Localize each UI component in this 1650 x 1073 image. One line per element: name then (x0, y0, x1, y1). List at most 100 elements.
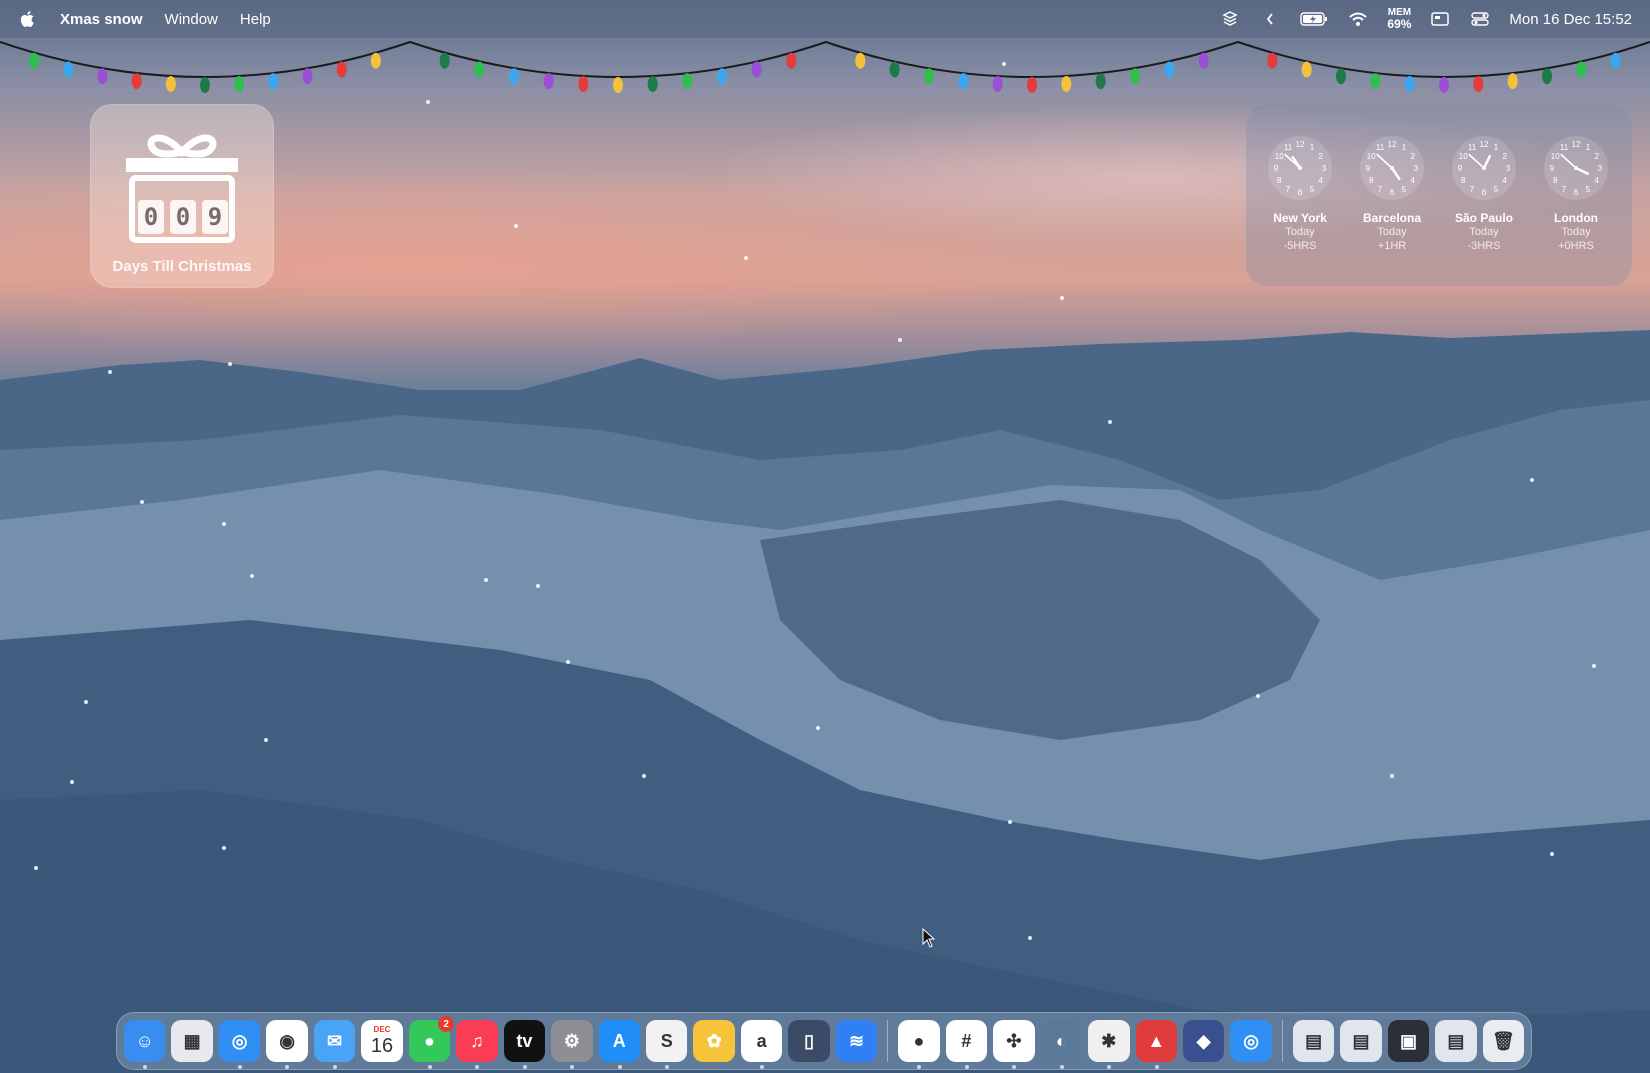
display-icon[interactable] (1429, 9, 1451, 29)
light-bulb (302, 68, 313, 85)
menu-app-name[interactable]: Xmas snow (60, 11, 143, 28)
dock-app-layers[interactable]: ≋ (835, 1020, 878, 1062)
dock-app-amazon[interactable]: a (740, 1020, 783, 1069)
running-indicator (143, 1065, 147, 1069)
dock-app-preview[interactable]: ◐ (1040, 1020, 1083, 1069)
running-indicator (964, 1065, 969, 1069)
svg-text:5: 5 (1402, 185, 1407, 194)
light-bulb (1542, 68, 1552, 85)
dock-app-messages[interactable]: ● 2 (408, 1016, 455, 1069)
dock-app-icon: ▦ (183, 1030, 201, 1051)
dock-app-scrivener[interactable]: S (645, 1020, 688, 1069)
light-bulb (474, 61, 485, 78)
dock-app-screenshots[interactable]: ▣ (1387, 1020, 1430, 1062)
running-indicator (617, 1065, 622, 1069)
dock-app-tv[interactable]: tv (503, 1020, 546, 1069)
dock-app-chatgpt[interactable]: ✣ (993, 1020, 1035, 1069)
light-bulb (613, 77, 623, 93)
world-clock-list: 1 2 3 4 5 6 7 8 9 10 11 12 New York Today -5HRS 1 2 3 4 5 6 7… (1266, 134, 1610, 253)
running-indicator (759, 1065, 764, 1069)
dock-app-system-settings[interactable]: ⚙ (551, 1020, 593, 1069)
dock-app-safari[interactable]: ◎ (218, 1020, 261, 1069)
dock-app-applications[interactable]: ▤ (1435, 1020, 1477, 1062)
svg-text:1: 1 (1402, 143, 1407, 152)
wifi-icon[interactable] (1347, 9, 1369, 29)
calendar-day: 16 (370, 1035, 394, 1057)
dock-app-icon: ▣ (1399, 1030, 1417, 1051)
dock-app-documents[interactable]: ▤ (1340, 1020, 1382, 1062)
running-indicator (664, 1065, 669, 1069)
light-bulb (1301, 61, 1312, 78)
dock-app-finder[interactable]: ☺ (124, 1020, 166, 1069)
chevron-left-icon[interactable] (1259, 9, 1281, 29)
running-indicator (1107, 1065, 1112, 1069)
dock-app-chrome[interactable]: ◉ (266, 1020, 308, 1069)
snowflake (484, 578, 488, 582)
world-clock-widget[interactable]: 1 2 3 4 5 6 7 8 9 10 11 12 New York Today -5HRS 1 2 3 4 5 6 7… (1246, 104, 1632, 286)
svg-text:5: 5 (1310, 185, 1315, 194)
snowflake (1592, 664, 1596, 668)
dock-app-photos[interactable]: ✿ (693, 1020, 735, 1062)
dock: ☺ ▦ ◎ ◉ ✉ DEC 16 ● 2 ♫ tv ⚙ A S ✿ a ▯ ≋ ● # ✣ ◐ ✱ ▲ ◆ ◎ ▤ ▤ ▣ ▤ 🗑 (116, 1012, 1532, 1070)
light-bulb (1061, 76, 1072, 93)
analog-clock-icon: 1234567891011 12 (1544, 136, 1608, 200)
dock-app-safari-tech[interactable]: ◎ (1230, 1020, 1272, 1062)
status-area: MEM 69% Mon 16 Dec 15:52 (1219, 0, 1632, 38)
svg-text:8: 8 (1277, 176, 1282, 185)
snowflake (1550, 852, 1554, 856)
dock-app-stack[interactable]: ◆ (1182, 1020, 1225, 1062)
mouse-cursor-icon (922, 928, 936, 948)
dock-app-calendar[interactable]: DEC 16 (361, 1020, 403, 1062)
battery-icon[interactable] (1299, 9, 1329, 29)
analog-clock-icon: 1234567891011 12 (1268, 136, 1332, 200)
svg-text:6: 6 (1574, 188, 1579, 197)
analog-clock-icon: 1234567891011 12 (1452, 136, 1516, 200)
snowflake (1108, 420, 1112, 424)
dock-app-icon: ◉ (279, 1030, 295, 1051)
running-indicator (237, 1065, 242, 1069)
dock-app-downloads[interactable]: ▤ (1292, 1020, 1335, 1062)
svg-text:7: 7 (1378, 185, 1383, 194)
dock-app-icon: ☺ (135, 1030, 154, 1051)
snowflake (514, 224, 518, 228)
control-center-icon[interactable] (1469, 9, 1491, 29)
light-bulb (1610, 52, 1621, 69)
dock-app-icon: ● (913, 1030, 925, 1051)
menu-help[interactable]: Help (240, 11, 271, 28)
dock-app-icon: A (612, 1030, 626, 1051)
dock-app-xmas-lights[interactable]: ✱ (1088, 1020, 1130, 1069)
memory-value: 69% (1387, 17, 1412, 31)
svg-text:11: 11 (1468, 143, 1477, 152)
days-till-christmas-widget[interactable]: 0 0 9 Days Till Christmas (90, 104, 274, 288)
svg-text:11: 11 (1376, 143, 1385, 152)
dock-app-icon: ✣ (1006, 1030, 1022, 1051)
world-clock-city: 1 2 3 4 5 6 7 8 9 10 11 12 São Paulo Today -3HRS (1450, 134, 1518, 253)
dock-app-launchpad[interactable]: ▦ (171, 1020, 213, 1062)
dock-app-santa-hat[interactable]: ▲ (1135, 1020, 1177, 1069)
svg-text:5: 5 (1494, 185, 1499, 194)
dock-app-trash[interactable]: 🗑 (1482, 1020, 1525, 1062)
running-indicator (522, 1065, 527, 1069)
layers-menu-icon[interactable] (1219, 9, 1241, 29)
dock-app-icon: ◆ (1196, 1030, 1211, 1051)
menubar-clock[interactable]: Mon 16 Dec 15:52 (1509, 11, 1632, 28)
dock-app-mail[interactable]: ✉ (313, 1020, 356, 1069)
dock-app-asana[interactable]: ● (898, 1020, 940, 1069)
dock-app-slack[interactable]: # (945, 1020, 988, 1069)
svg-text:10: 10 (1275, 152, 1284, 161)
dock-app-app-store[interactable]: A (598, 1020, 640, 1069)
snowflake (70, 780, 74, 784)
dock-app-music[interactable]: ♫ (456, 1020, 498, 1069)
svg-text:7: 7 (1470, 185, 1475, 194)
menu-window[interactable]: Window (165, 11, 218, 28)
light-bulb (647, 76, 658, 93)
light-bulb (1095, 73, 1106, 90)
memory-status[interactable]: MEM 69% (1387, 8, 1412, 31)
light-bulb (1576, 61, 1587, 78)
dock-app-iphone-mirroring[interactable]: ▯ (788, 1020, 830, 1062)
dock-app-icon: ◎ (1243, 1030, 1259, 1051)
light-bulb (889, 61, 900, 78)
snowflake (1008, 820, 1012, 824)
apple-menu-icon[interactable] (18, 9, 38, 29)
svg-text:2: 2 (1595, 152, 1600, 161)
